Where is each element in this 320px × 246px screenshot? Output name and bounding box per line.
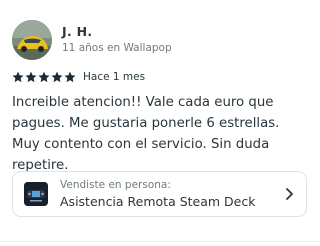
car-photo-avatar-icon bbox=[12, 20, 52, 60]
star-icon bbox=[25, 71, 37, 83]
review-card: J. H. 11 años en Wallapop Hace 1 mes Inc… bbox=[0, 0, 320, 246]
item-title: Asistencia Remota Steam Deck bbox=[60, 194, 256, 209]
steam-deck-thumbnail-icon bbox=[24, 182, 48, 206]
user-avatar[interactable] bbox=[12, 20, 52, 60]
star-icon bbox=[38, 71, 50, 83]
divider bbox=[0, 241, 320, 242]
chevron-right-icon[interactable] bbox=[284, 187, 294, 201]
item-transaction-label: Vendiste en persona: bbox=[60, 179, 171, 191]
star-icon bbox=[51, 71, 63, 83]
review-date: Hace 1 mes bbox=[83, 71, 146, 83]
star-icon bbox=[64, 71, 76, 83]
rating-row: Hace 1 mes bbox=[12, 70, 145, 84]
review-text: Increible atencion!! Vale cada euro que … bbox=[12, 95, 280, 173]
reviewer-membership: 11 años en Wallapop bbox=[62, 42, 172, 54]
reviewer-name[interactable]: J. H. bbox=[62, 24, 92, 39]
star-icon bbox=[12, 71, 24, 83]
star-rating bbox=[12, 71, 76, 83]
sold-item-card[interactable]: Vendiste en persona: Asistencia Remota S… bbox=[12, 171, 307, 217]
